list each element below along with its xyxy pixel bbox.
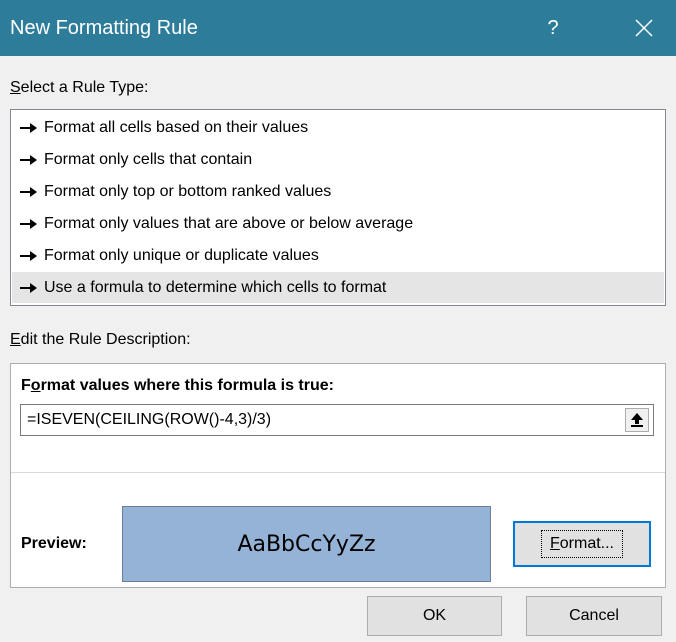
title-bar: New Formatting Rule ? <box>0 0 676 56</box>
rule-type-item-label: Use a formula to determine which cells t… <box>44 278 387 296</box>
rule-type-item-label: Format only values that are above or bel… <box>44 214 414 232</box>
rule-type-item-label: Format only unique or duplicate values <box>44 246 319 264</box>
rule-type-item-label: Format only top or bottom ranked values <box>44 182 332 200</box>
ok-button[interactable]: OK <box>367 596 502 636</box>
close-icon <box>635 19 653 37</box>
arrow-right-icon <box>20 154 42 166</box>
formula-value: =ISEVEN(CEILING(ROW()-4,3)/3) <box>27 411 272 428</box>
rule-type-label: Select a Rule Type: <box>10 79 149 96</box>
preview-sample: AaBbCcYyZz <box>122 506 491 582</box>
arrow-right-icon <box>20 218 42 230</box>
rule-type-list[interactable]: Format all cells based on their values Fo… <box>10 109 666 306</box>
arrow-right-icon <box>20 122 42 134</box>
rule-type-item-label: Format only cells that contain <box>44 150 253 168</box>
cancel-button[interactable]: Cancel <box>526 596 662 636</box>
collapse-dialog-button[interactable] <box>625 408 649 432</box>
rule-type-item[interactable]: Format all cells based on their values <box>12 112 664 143</box>
close-button[interactable] <box>616 0 672 56</box>
rule-type-item[interactable]: Format only cells that contain <box>12 144 664 175</box>
dialog-title: New Formatting Rule <box>10 17 198 39</box>
collapse-dialog-icon <box>631 413 643 427</box>
arrow-right-icon <box>20 250 42 262</box>
rule-type-item-label: Format all cells based on their values <box>44 118 309 136</box>
arrow-right-icon <box>20 186 42 198</box>
format-button[interactable]: Format... <box>513 521 651 567</box>
preview-text: AaBbCcYyZz <box>237 531 376 557</box>
rule-type-item[interactable]: Format only values that are above or bel… <box>12 208 664 239</box>
help-button[interactable]: ? <box>538 0 568 56</box>
rule-type-item[interactable]: Format only top or bottom ranked values <box>12 176 664 207</box>
arrow-right-icon <box>20 282 42 294</box>
formula-heading: Format values where this formula is true… <box>21 377 334 394</box>
rule-type-item[interactable]: Format only unique or duplicate values <box>12 240 664 271</box>
preview-label: Preview: <box>21 535 87 552</box>
panel-divider <box>11 472 665 473</box>
rule-description-panel: Format values where this formula is true… <box>10 363 666 588</box>
format-button-label: Format... <box>540 530 623 558</box>
rule-type-item[interactable]: Use a formula to determine which cells t… <box>12 272 664 303</box>
rule-description-label: Edit the Rule Description: <box>10 331 191 348</box>
formula-input[interactable]: =ISEVEN(CEILING(ROW()-4,3)/3) <box>20 404 654 436</box>
